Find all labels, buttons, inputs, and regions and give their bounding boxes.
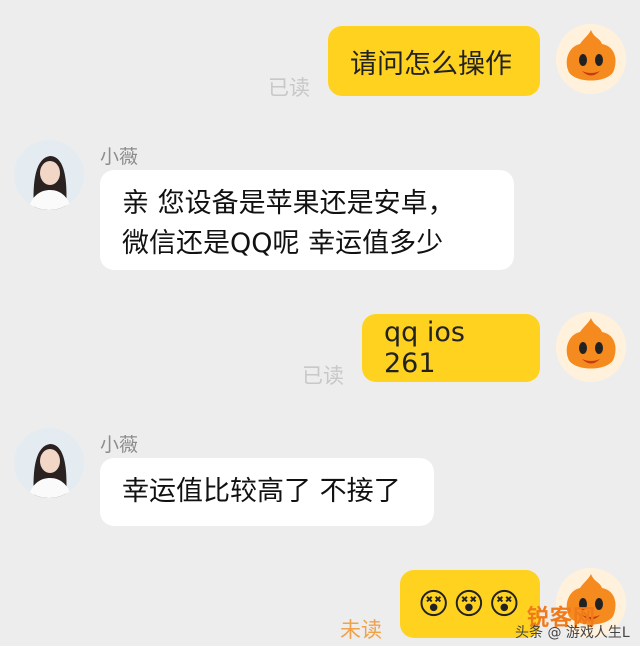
girl-portrait-avatar-icon (14, 428, 84, 498)
self-avatar[interactable] (556, 312, 626, 382)
message-bubble-contact[interactable]: 幸运值比较高了 不接了 (100, 458, 434, 526)
unread-status: 未读 (340, 618, 382, 642)
self-avatar[interactable] (556, 24, 626, 94)
emoji-row: 😵 😵 😵 (418, 587, 520, 622)
watermark-sub: 头条 @ 游戏人生L (515, 625, 630, 641)
read-status: 已读 (268, 76, 310, 100)
watermark: 锐客网 头条 @ 游戏人生L (515, 600, 640, 646)
message-line: 亲 您设备是苹果还是安卓， (122, 188, 455, 219)
orange-mascot-avatar-icon (556, 24, 626, 94)
message-line: 幸运值比较高了 不接了 (122, 476, 401, 507)
contact-avatar[interactable] (14, 140, 84, 210)
sender-name: 小薇 (100, 434, 139, 456)
contact-avatar[interactable] (14, 428, 84, 498)
orange-mascot-avatar-icon (556, 312, 626, 382)
dizzy-face-icon: 😵 (453, 586, 485, 622)
message-bubble-contact[interactable]: 亲 您设备是苹果还是安卓， 微信还是QQ呢 幸运值多少 (100, 170, 514, 270)
message-text: 请问怎么操作 (350, 48, 512, 80)
message-line: 微信还是QQ呢 幸运值多少 (122, 228, 444, 259)
sender-name: 小薇 (100, 146, 139, 168)
girl-portrait-avatar-icon (14, 140, 84, 210)
message-bubble-self[interactable]: qq ios 261 (362, 314, 540, 382)
read-status: 已读 (302, 364, 344, 388)
dizzy-face-icon: 😵 (418, 586, 450, 622)
message-text: qq ios 261 (384, 317, 465, 379)
message-bubble-self[interactable]: 请问怎么操作 (328, 26, 540, 96)
